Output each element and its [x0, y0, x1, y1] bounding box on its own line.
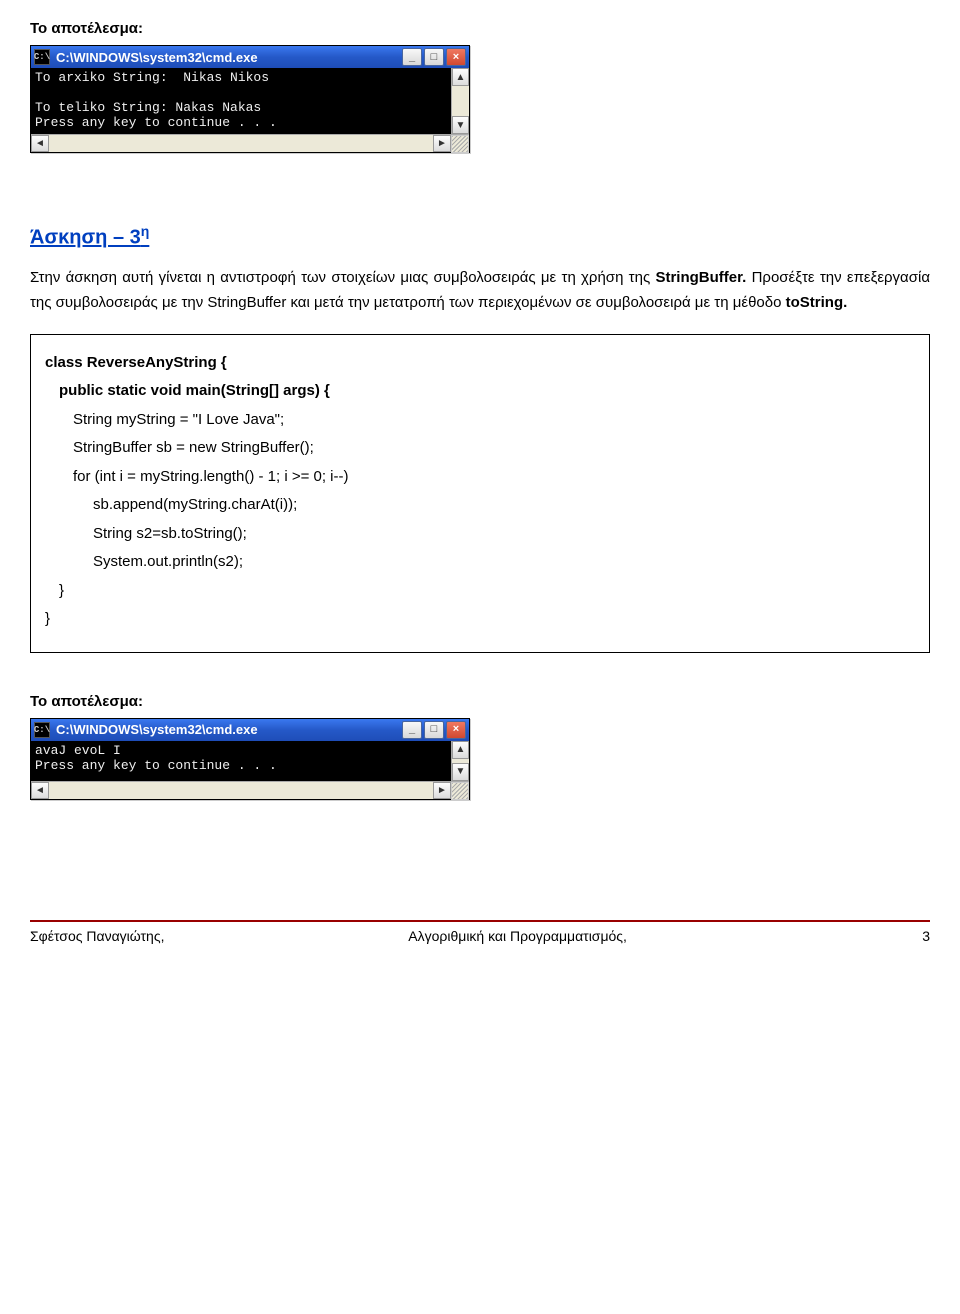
code-line-3: String myString = "I Love Java"; [73, 406, 915, 435]
scroll-right-icon[interactable]: ► [433, 135, 451, 152]
code-line-2: public static void main(String[] args) { [59, 377, 915, 406]
scroll-track-h[interactable] [49, 782, 433, 799]
close-button[interactable]: × [446, 721, 466, 739]
footer: Σφέτσος Παναγιώτης, Αλγοριθμική και Προγ… [30, 928, 930, 944]
titlebar-text-2: C:\WINDOWS\system32\cmd.exe [54, 722, 398, 737]
code-box: class ReverseAnyString { public static v… [30, 334, 930, 653]
footer-title: Αλγοριθμική και Προγραμματισμός, [408, 928, 900, 944]
code-line-6: sb.append(myString.charAt(i)); [93, 491, 915, 520]
para-text-a: Στην άσκηση αυτή γίνεται η αντιστροφή τω… [30, 269, 655, 286]
titlebar-text-1: C:\WINDOWS\system32\cmd.exe [54, 50, 398, 65]
title-buttons-2: _ □ × [402, 721, 466, 739]
console-output-2: avaJ evoL I Press any key to continue . … [31, 741, 451, 781]
result-label-1: Το αποτέλεσμα: [30, 20, 930, 37]
footer-page: 3 [900, 928, 930, 944]
exercise-heading-text: Άσκηση – 3 [30, 227, 141, 249]
footer-author: Σφέτσος Παναγιώτης, [30, 928, 408, 944]
exercise-paragraph: Στην άσκηση αυτή γίνεται η αντιστροφή τω… [30, 265, 930, 316]
para-bold-d: toString. [786, 294, 848, 311]
minimize-button[interactable]: _ [402, 721, 422, 739]
footer-rule [30, 920, 930, 922]
para-bold-b: StringBuffer. [655, 269, 746, 286]
code-line-7: String s2=sb.toString(); [93, 520, 915, 549]
horizontal-scrollbar[interactable]: ◄ ► [31, 134, 469, 152]
code-line-1: class ReverseAnyString { [45, 349, 915, 378]
vertical-scrollbar[interactable]: ▲ ▼ [451, 741, 469, 781]
scroll-track-h[interactable] [49, 135, 433, 152]
code-line-10: } [45, 605, 915, 634]
cmd-sysicon: C:\ [34, 49, 50, 65]
scroll-left-icon[interactable]: ◄ [31, 782, 49, 799]
code-line-5: for (int i = myString.length() - 1; i >=… [73, 463, 915, 492]
code-line-8: System.out.println(s2); [93, 548, 915, 577]
resize-grip-icon[interactable] [451, 782, 469, 800]
horizontal-scrollbar[interactable]: ◄ ► [31, 781, 469, 799]
scroll-down-icon[interactable]: ▼ [452, 763, 469, 781]
exercise-heading-sup: η [141, 223, 150, 239]
resize-grip-icon[interactable] [451, 135, 469, 153]
scroll-left-icon[interactable]: ◄ [31, 135, 49, 152]
maximize-button[interactable]: □ [424, 721, 444, 739]
code-line-9: } [59, 577, 915, 606]
cmd-window-2: C:\ C:\WINDOWS\system32\cmd.exe _ □ × av… [30, 718, 470, 800]
result-label-2: Το αποτέλεσμα: [30, 693, 930, 710]
cmd-window-1: C:\ C:\WINDOWS\system32\cmd.exe _ □ × To… [30, 45, 470, 153]
maximize-button[interactable]: □ [424, 48, 444, 66]
code-line-4: StringBuffer sb = new StringBuffer(); [73, 434, 915, 463]
titlebar-2: C:\ C:\WINDOWS\system32\cmd.exe _ □ × [31, 719, 469, 741]
title-buttons-1: _ □ × [402, 48, 466, 66]
exercise-heading: Άσκηση – 3η [30, 223, 930, 250]
close-button[interactable]: × [446, 48, 466, 66]
titlebar-1: C:\ C:\WINDOWS\system32\cmd.exe _ □ × [31, 46, 469, 68]
minimize-button[interactable]: _ [402, 48, 422, 66]
scroll-up-icon[interactable]: ▲ [452, 741, 469, 759]
scroll-right-icon[interactable]: ► [433, 782, 451, 799]
cmd-sysicon: C:\ [34, 722, 50, 738]
vertical-scrollbar[interactable]: ▲ ▼ [451, 68, 469, 134]
scroll-track[interactable] [452, 86, 469, 116]
scroll-up-icon[interactable]: ▲ [452, 68, 469, 86]
scroll-down-icon[interactable]: ▼ [452, 116, 469, 134]
console-output-1: To arxiko String: Nikas Nikos To teliko … [31, 68, 451, 134]
